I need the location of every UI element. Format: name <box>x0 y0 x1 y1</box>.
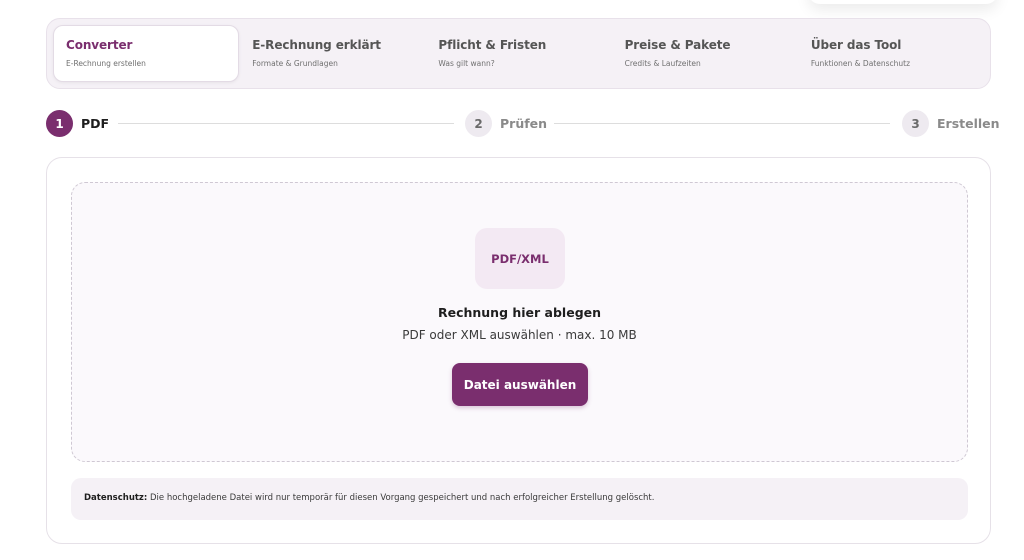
tab-subtitle: Was gilt wann? <box>438 59 495 68</box>
step-label: Erstellen <box>937 116 1000 131</box>
step-connector <box>554 123 890 124</box>
tab-subtitle: Credits & Laufzeiten <box>624 59 701 68</box>
step-label: Prüfen <box>500 116 548 131</box>
file-dropzone[interactable]: PDF/XML Rechnung hier ablegen PDF oder X… <box>71 182 968 462</box>
tab-title: Converter <box>66 38 133 52</box>
privacy-label: Datenschutz: <box>84 493 148 503</box>
tab-subtitle: Formate & Grundlagen <box>252 59 338 68</box>
tab-title: Preise & Pakete <box>624 38 731 52</box>
step-connector <box>118 123 454 124</box>
step-label: PDF <box>81 116 110 131</box>
tab-subtitle: E-Rechnung erstellen <box>66 59 146 68</box>
tab-pflicht-fristen[interactable]: Pflicht & Fristen Was gilt wann? <box>425 25 611 82</box>
account-menu-shadow <box>808 0 998 4</box>
step-number: 2 <box>465 110 492 137</box>
step-number: 1 <box>46 110 73 137</box>
step-erstellen: 3 Erstellen <box>902 110 1000 137</box>
file-type-icon: PDF/XML <box>475 228 565 289</box>
converter-card: PDF/XML Rechnung hier ablegen PDF oder X… <box>46 157 991 544</box>
step-pruefen: 2 Prüfen <box>465 110 547 137</box>
privacy-text: Die hochgeladene Datei wird nur temporär… <box>147 493 655 503</box>
tab-ueber-das-tool[interactable]: Über das Tool Funktionen & Datenschutz <box>798 25 984 82</box>
tab-title: Pflicht & Fristen <box>438 38 547 52</box>
tab-title: E-Rechnung erklärt <box>252 38 381 52</box>
tab-title: Über das Tool <box>810 38 902 52</box>
dropzone-subtitle: PDF oder XML auswählen · max. 10 MB <box>402 328 637 342</box>
tab-subtitle: Funktionen & Datenschutz <box>810 59 911 68</box>
progress-stepper: 1 PDF 2 Prüfen 3 Erstellen <box>46 110 1000 138</box>
step-pdf: 1 PDF <box>46 110 109 137</box>
privacy-notice: Datenschutz: Die hochgeladene Datei wird… <box>71 478 968 520</box>
main-tab-bar: Converter E-Rechnung erstellen E-Rechnun… <box>46 18 991 89</box>
tab-e-rechnung-erklaert[interactable]: E-Rechnung erklärt Formate & Grundlagen <box>239 25 425 82</box>
dropzone-title: Rechnung hier ablegen <box>437 305 602 320</box>
tab-converter[interactable]: Converter E-Rechnung erstellen <box>53 25 240 82</box>
step-number: 3 <box>902 110 929 137</box>
choose-file-button[interactable]: Datei auswählen <box>452 363 588 406</box>
tab-preise-pakete[interactable]: Preise & Pakete Credits & Laufzeiten <box>612 25 798 82</box>
